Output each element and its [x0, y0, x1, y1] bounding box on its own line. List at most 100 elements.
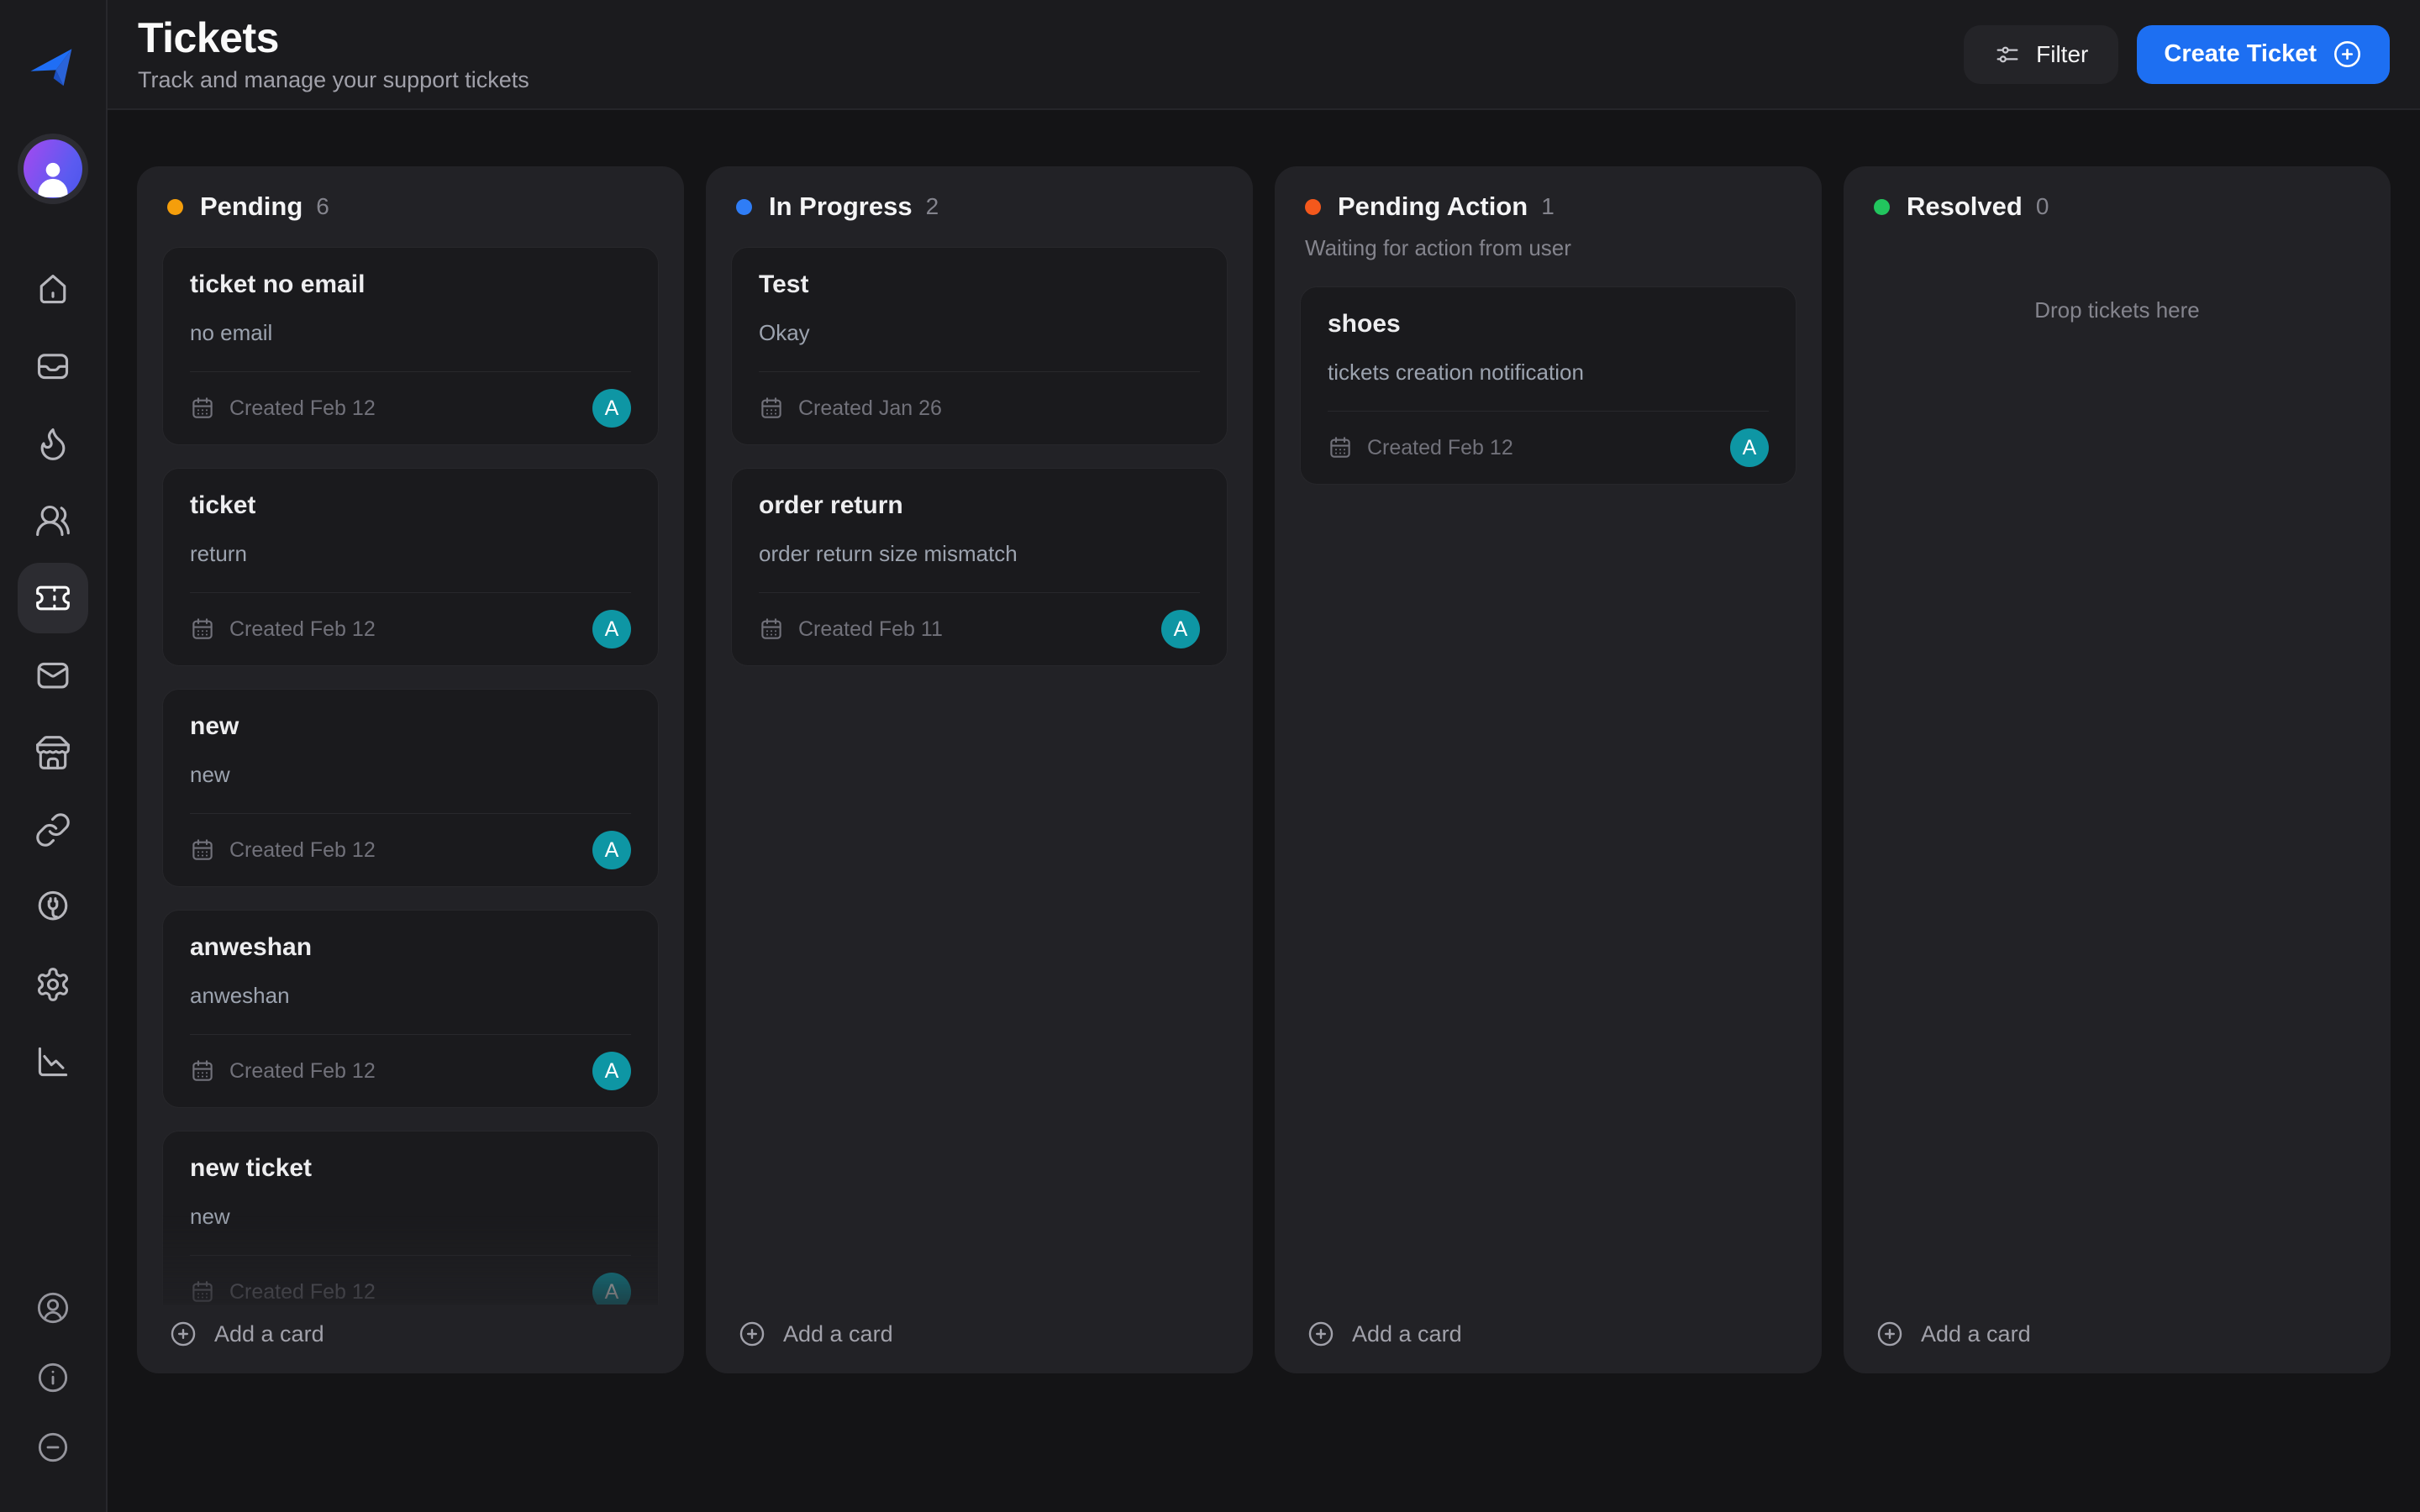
ticket-title: Test — [759, 270, 809, 298]
assignee-avatar: A — [592, 1273, 631, 1305]
home-icon — [39, 275, 66, 304]
card-footer: Created Feb 12 A — [1328, 412, 1769, 484]
ticket-card[interactable]: anweshan anweshan Created Feb 12 A — [162, 910, 659, 1108]
column-subtitle: Waiting for action from user — [1305, 235, 1571, 260]
status-dot — [167, 198, 183, 215]
column-title: In Progress — [769, 192, 913, 221]
filter-button[interactable]: Filter — [1964, 24, 2119, 84]
column-header: Pending Action 1 — [1300, 192, 1797, 222]
page-title: Tickets — [138, 13, 279, 61]
inbox-icon — [37, 354, 69, 380]
ticket-title: order return — [759, 491, 903, 519]
workspace-avatar[interactable] — [24, 139, 82, 198]
board-column: Resolved 0 Drop tickets here Add a card — [1844, 166, 2391, 1373]
sidebar-item-collapse[interactable] — [36, 1431, 70, 1467]
plus-circle-icon — [2334, 41, 2360, 67]
sidebar-item-links[interactable] — [18, 795, 88, 865]
sidebar-item-integrations[interactable] — [18, 872, 88, 942]
sidebar-item-inbox[interactable] — [18, 331, 88, 402]
ticket-title: anweshan — [190, 933, 313, 961]
assignee-avatar: A — [592, 389, 631, 428]
add-card-label: Add a card — [783, 1320, 893, 1347]
add-card-label: Add a card — [1921, 1320, 2031, 1347]
ticket-title: new ticket — [190, 1154, 313, 1182]
sidebar-nav — [18, 254, 88, 1097]
add-card-label: Add a card — [214, 1320, 324, 1347]
calendar-icon — [192, 618, 213, 639]
column-count: 0 — [2035, 193, 2049, 219]
sidebar-item-store[interactable] — [18, 717, 88, 788]
board: Pending 6 ticket no email no email Creat… — [108, 110, 2420, 1512]
ticket-card[interactable]: order return order return size mismatch … — [731, 468, 1228, 666]
sidebar-item-account[interactable] — [36, 1291, 70, 1327]
ticket-created-date: Created Feb 12 — [229, 396, 376, 420]
column-cards: Test Okay Created Jan 26 order return or… — [731, 247, 1228, 1305]
add-card-button[interactable]: Add a card — [731, 1305, 1228, 1353]
sidebar-item-activity[interactable] — [18, 408, 88, 479]
link-icon — [36, 813, 70, 847]
calendar-icon — [761, 618, 781, 639]
user-circle-icon — [37, 1292, 69, 1324]
column-drop-zone[interactable]: Drop tickets here — [1869, 247, 2365, 373]
plus-circle-icon — [171, 1321, 196, 1347]
column-count: 2 — [925, 193, 939, 219]
column-title: Pending Action — [1338, 192, 1528, 221]
users-icon — [36, 505, 70, 537]
ticket-description: anweshan — [190, 983, 290, 1008]
calendar-icon — [192, 1060, 213, 1081]
column-cards: Drop tickets here — [1869, 247, 2365, 1305]
board-column: In Progress 2 Test Okay Created Jan 26 o… — [706, 166, 1253, 1373]
ticket-card[interactable]: shoes tickets creation notification Crea… — [1300, 286, 1797, 485]
ticket-title: shoes — [1328, 310, 1401, 338]
card-footer: Created Feb 11 A — [759, 593, 1200, 665]
sidebar-item-customers[interactable] — [18, 486, 88, 556]
assignee-avatar: A — [592, 1052, 631, 1090]
calendar-icon — [192, 839, 213, 860]
ticket-created-date: Created Feb 12 — [1367, 435, 1513, 459]
board-column: Pending Action 1 Waiting for action from… — [1275, 166, 1822, 1373]
ticket-created-date: Created Feb 12 — [229, 1058, 376, 1083]
calendar-icon — [1330, 437, 1350, 458]
ticket-card[interactable]: new ticket new Created Feb 12 A — [162, 1131, 659, 1305]
sidebar-item-settings[interactable] — [18, 949, 88, 1020]
assignee-avatar: A — [592, 831, 631, 869]
card-footer: Created Feb 12 A — [190, 1035, 631, 1107]
ticket-card[interactable]: Test Okay Created Jan 26 — [731, 247, 1228, 445]
main-area: Tickets Track and manage your support ti… — [108, 0, 2420, 1512]
add-card-button[interactable]: Add a card — [1869, 1305, 2365, 1353]
sidebar-item-tickets[interactable] — [18, 563, 88, 633]
store-icon — [36, 736, 70, 769]
sliders-icon — [1996, 46, 2018, 62]
gear-icon — [37, 968, 69, 1001]
info-icon — [38, 1362, 68, 1393]
plus-circle-icon — [1308, 1321, 1334, 1347]
app-logo[interactable] — [24, 34, 82, 92]
sidebar-item-home[interactable] — [18, 254, 88, 324]
calendar-icon — [192, 1281, 213, 1302]
column-header: Pending 6 — [162, 192, 659, 222]
sidebar-item-analytics[interactable] — [18, 1026, 88, 1097]
board-column: Pending 6 ticket no email no email Creat… — [137, 166, 684, 1373]
sidebar-item-info[interactable] — [36, 1361, 70, 1397]
ticket-created-date: Created Feb 11 — [798, 617, 943, 641]
card-footer: Created Feb 12 A — [190, 372, 631, 444]
status-dot — [1874, 198, 1890, 215]
add-card-button[interactable]: Add a card — [1300, 1305, 1797, 1353]
add-card-button[interactable]: Add a card — [162, 1305, 659, 1353]
column-count: 1 — [1541, 193, 1555, 219]
ticket-created-date: Created Jan 26 — [798, 396, 942, 420]
ticket-description: Okay — [759, 320, 810, 345]
ticket-description: order return size mismatch — [759, 541, 1018, 566]
create-ticket-button[interactable]: Create Ticket — [2137, 24, 2390, 84]
ticket-card[interactable]: ticket no email no email Created Feb 12 … — [162, 247, 659, 445]
filter-label: Filter — [2036, 40, 2089, 67]
sidebar-item-mail[interactable] — [18, 640, 88, 711]
ticket-card[interactable]: ticket return Created Feb 12 A — [162, 468, 659, 666]
card-footer: Created Feb 12 A — [190, 1256, 631, 1305]
ticket-description: new — [190, 762, 230, 787]
ticket-card[interactable]: new new Created Feb 12 A — [162, 689, 659, 887]
ticket-icon — [36, 585, 70, 611]
column-title: Resolved — [1907, 192, 2023, 221]
add-card-label: Add a card — [1352, 1320, 1462, 1347]
ticket-title: ticket — [190, 491, 256, 519]
